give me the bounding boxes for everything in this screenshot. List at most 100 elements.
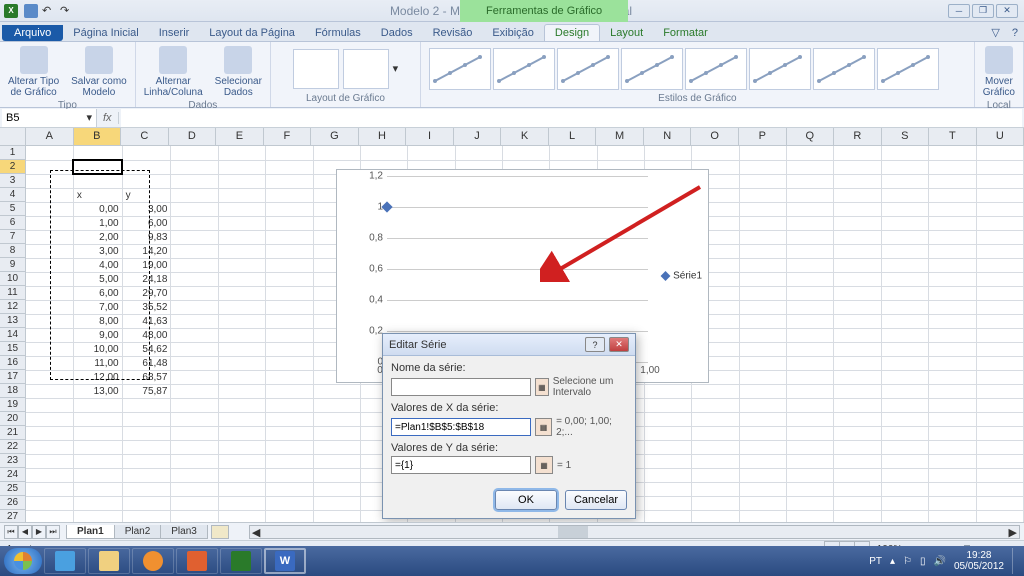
cell[interactable]: [787, 216, 834, 230]
sheet-nav-last[interactable]: ⏭: [46, 525, 60, 539]
cell[interactable]: [787, 160, 834, 174]
cell[interactable]: [171, 314, 218, 328]
cell[interactable]: [929, 272, 976, 286]
cell[interactable]: [455, 146, 502, 160]
cell[interactable]: [976, 328, 1023, 342]
column-header[interactable]: O: [691, 128, 739, 146]
cell[interactable]: [360, 146, 407, 160]
cancel-button[interactable]: Cancelar: [565, 490, 627, 510]
cell[interactable]: [122, 482, 171, 496]
select-all-corner[interactable]: [0, 128, 26, 146]
cell[interactable]: [929, 412, 976, 426]
cell[interactable]: [834, 202, 881, 216]
cell[interactable]: 35,52: [122, 300, 171, 314]
cell[interactable]: [313, 510, 360, 522]
sheet-tab[interactable]: Plan2: [114, 525, 162, 539]
cell[interactable]: [218, 328, 265, 342]
cell[interactable]: [218, 286, 265, 300]
sheet-tab[interactable]: Plan3: [160, 525, 208, 539]
cell[interactable]: [645, 496, 692, 510]
column-header[interactable]: L: [549, 128, 597, 146]
cell[interactable]: [218, 188, 265, 202]
cell[interactable]: [266, 384, 313, 398]
cell[interactable]: [171, 468, 218, 482]
cell[interactable]: [976, 342, 1023, 356]
cell[interactable]: 68,57: [122, 370, 171, 384]
cell[interactable]: [834, 272, 881, 286]
series-x-input[interactable]: [391, 418, 531, 436]
column-header[interactable]: G: [311, 128, 359, 146]
redo-icon[interactable]: ↷: [60, 4, 74, 18]
cell[interactable]: [266, 230, 313, 244]
cell[interactable]: 48,00: [122, 328, 171, 342]
cell[interactable]: [692, 496, 739, 510]
cell[interactable]: [976, 384, 1023, 398]
cell[interactable]: [266, 202, 313, 216]
chart-style-thumb[interactable]: [685, 48, 747, 90]
cell[interactable]: [73, 440, 122, 454]
row-header[interactable]: 17: [0, 370, 26, 384]
cell[interactable]: [739, 356, 786, 370]
cell[interactable]: [929, 314, 976, 328]
chart-style-thumb[interactable]: [557, 48, 619, 90]
cell[interactable]: [976, 510, 1023, 522]
row-header[interactable]: 23: [0, 454, 26, 468]
range-select-button[interactable]: ▦: [535, 378, 549, 396]
fx-icon[interactable]: fx: [97, 112, 119, 124]
cell[interactable]: [266, 426, 313, 440]
cell[interactable]: [645, 510, 692, 522]
cell[interactable]: [929, 398, 976, 412]
column-header[interactable]: D: [169, 128, 217, 146]
cell[interactable]: [787, 314, 834, 328]
cell[interactable]: [929, 160, 976, 174]
series-y-input[interactable]: [391, 456, 531, 474]
cell[interactable]: [739, 440, 786, 454]
cell[interactable]: [739, 272, 786, 286]
cell[interactable]: [218, 426, 265, 440]
cell[interactable]: [266, 174, 313, 188]
cell[interactable]: [122, 174, 171, 188]
cell[interactable]: [929, 258, 976, 272]
cell[interactable]: [787, 356, 834, 370]
cell[interactable]: 10,00: [73, 342, 122, 356]
column-header[interactable]: B: [74, 128, 122, 146]
cell[interactable]: [218, 174, 265, 188]
cell[interactable]: [313, 468, 360, 482]
row-header[interactable]: 24: [0, 468, 26, 482]
cell[interactable]: [929, 370, 976, 384]
cell[interactable]: [739, 188, 786, 202]
cell[interactable]: [976, 468, 1023, 482]
cell[interactable]: [122, 412, 171, 426]
column-header[interactable]: M: [596, 128, 644, 146]
cell[interactable]: [692, 454, 739, 468]
cell[interactable]: [26, 174, 73, 188]
cell[interactable]: [313, 384, 360, 398]
cell[interactable]: [266, 356, 313, 370]
row-header[interactable]: 26: [0, 496, 26, 510]
cell[interactable]: [73, 146, 122, 160]
cell[interactable]: [645, 146, 692, 160]
cell[interactable]: 24,18: [122, 272, 171, 286]
cell[interactable]: [881, 160, 928, 174]
cell[interactable]: [218, 258, 265, 272]
row-header[interactable]: 1: [0, 146, 26, 160]
tray-arrow-icon[interactable]: ▴: [890, 556, 895, 567]
cell[interactable]: [266, 342, 313, 356]
cell[interactable]: 6,00: [122, 216, 171, 230]
row-header[interactable]: 21: [0, 426, 26, 440]
cell[interactable]: [976, 454, 1023, 468]
undo-icon[interactable]: ↶: [42, 4, 56, 18]
cell[interactable]: [881, 328, 928, 342]
sheet-tab[interactable]: Plan1: [66, 525, 115, 539]
cell[interactable]: x: [73, 188, 122, 202]
cell[interactable]: [266, 370, 313, 384]
cell[interactable]: [834, 426, 881, 440]
cell[interactable]: [787, 342, 834, 356]
cell[interactable]: 5,00: [73, 272, 122, 286]
cell[interactable]: [26, 482, 73, 496]
cell[interactable]: [218, 398, 265, 412]
cell[interactable]: [26, 160, 73, 174]
taskbar-ie[interactable]: [44, 548, 86, 574]
cell[interactable]: [692, 510, 739, 522]
cell[interactable]: [122, 496, 171, 510]
